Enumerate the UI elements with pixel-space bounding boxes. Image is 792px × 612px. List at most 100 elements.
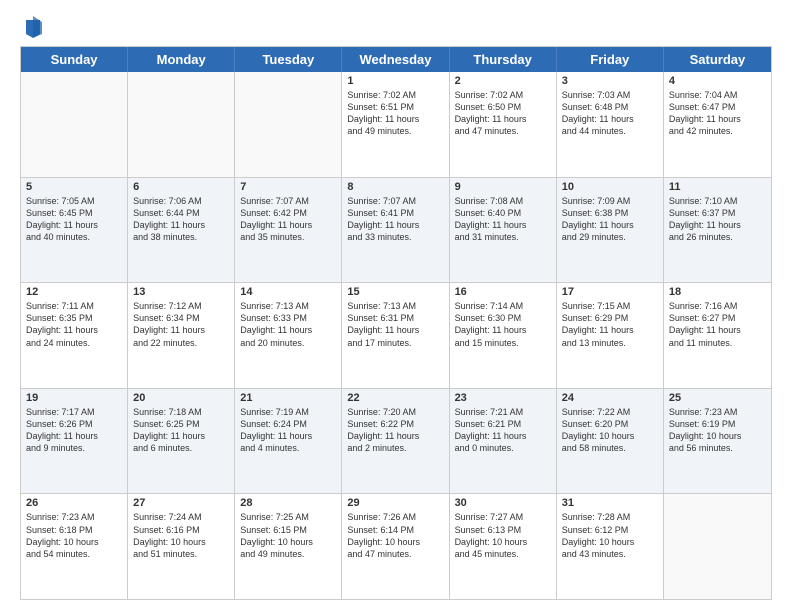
day-info: Sunrise: 7:18 AM Sunset: 6:25 PM Dayligh… [133,406,229,455]
calendar-week-3: 12 Sunrise: 7:11 AM Sunset: 6:35 PM Dayli… [21,282,771,388]
day-info: Sunrise: 7:02 AM Sunset: 6:51 PM Dayligh… [347,89,443,138]
day-info: Sunrise: 7:02 AM Sunset: 6:50 PM Dayligh… [455,89,551,138]
day-number: 9 [455,181,551,193]
calendar-day-26: 26 Sunrise: 7:23 AM Sunset: 6:18 PM Dayli… [21,494,128,599]
day-number: 6 [133,181,229,193]
calendar-day-11: 11 Sunrise: 7:10 AM Sunset: 6:37 PM Dayli… [664,178,771,283]
day-number: 15 [347,286,443,298]
day-number: 17 [562,286,658,298]
day-info: Sunrise: 7:08 AM Sunset: 6:40 PM Dayligh… [455,195,551,244]
header-day-friday: Friday [557,47,664,72]
day-number: 21 [240,392,336,404]
day-info: Sunrise: 7:20 AM Sunset: 6:22 PM Dayligh… [347,406,443,455]
day-info: Sunrise: 7:03 AM Sunset: 6:48 PM Dayligh… [562,89,658,138]
header-day-wednesday: Wednesday [342,47,449,72]
day-info: Sunrise: 7:21 AM Sunset: 6:21 PM Dayligh… [455,406,551,455]
calendar-header-row: SundayMondayTuesdayWednesdayThursdayFrid… [21,47,771,72]
day-number: 27 [133,497,229,509]
calendar-week-5: 26 Sunrise: 7:23 AM Sunset: 6:18 PM Dayli… [21,493,771,599]
day-info: Sunrise: 7:07 AM Sunset: 6:42 PM Dayligh… [240,195,336,244]
calendar-day-31: 31 Sunrise: 7:28 AM Sunset: 6:12 PM Dayli… [557,494,664,599]
calendar-day-6: 6Sunrise: 7:06 AM Sunset: 6:44 PM Daylig… [128,178,235,283]
calendar-day-22: 22 Sunrise: 7:20 AM Sunset: 6:22 PM Dayli… [342,389,449,494]
day-info: Sunrise: 7:23 AM Sunset: 6:19 PM Dayligh… [669,406,766,455]
header-day-saturday: Saturday [664,47,771,72]
calendar-day-16: 16Sunrise: 7:14 AM Sunset: 6:30 PM Dayli… [450,283,557,388]
day-info: Sunrise: 7:28 AM Sunset: 6:12 PM Dayligh… [562,511,658,560]
calendar-day-14: 14 Sunrise: 7:13 AM Sunset: 6:33 PM Dayli… [235,283,342,388]
calendar-day-18: 18 Sunrise: 7:16 AM Sunset: 6:27 PM Dayli… [664,283,771,388]
calendar: SundayMondayTuesdayWednesdayThursdayFrid… [20,46,772,600]
day-number: 1 [347,75,443,87]
day-number: 23 [455,392,551,404]
day-info: Sunrise: 7:14 AM Sunset: 6:30 PM Dayligh… [455,300,551,349]
calendar-day-28: 28Sunrise: 7:25 AM Sunset: 6:15 PM Dayli… [235,494,342,599]
day-info: Sunrise: 7:09 AM Sunset: 6:38 PM Dayligh… [562,195,658,244]
day-number: 12 [26,286,122,298]
calendar-day-9: 9 Sunrise: 7:08 AM Sunset: 6:40 PM Daylig… [450,178,557,283]
day-number: 2 [455,75,551,87]
calendar-day-21: 21 Sunrise: 7:19 AM Sunset: 6:24 PM Dayli… [235,389,342,494]
calendar-day-29: 29Sunrise: 7:26 AM Sunset: 6:14 PM Dayli… [342,494,449,599]
calendar-day-25: 25 Sunrise: 7:23 AM Sunset: 6:19 PM Dayli… [664,389,771,494]
day-info: Sunrise: 7:04 AM Sunset: 6:47 PM Dayligh… [669,89,766,138]
day-number: 20 [133,392,229,404]
calendar-day-5: 5Sunrise: 7:05 AM Sunset: 6:45 PM Daylig… [21,178,128,283]
calendar-day-8: 8 Sunrise: 7:07 AM Sunset: 6:41 PM Daylig… [342,178,449,283]
day-info: Sunrise: 7:12 AM Sunset: 6:34 PM Dayligh… [133,300,229,349]
header-day-tuesday: Tuesday [235,47,342,72]
calendar-day-23: 23 Sunrise: 7:21 AM Sunset: 6:21 PM Dayli… [450,389,557,494]
calendar-day-17: 17 Sunrise: 7:15 AM Sunset: 6:29 PM Dayli… [557,283,664,388]
day-number: 10 [562,181,658,193]
calendar-day-empty [664,494,771,599]
day-number: 13 [133,286,229,298]
header-day-thursday: Thursday [450,47,557,72]
day-info: Sunrise: 7:23 AM Sunset: 6:18 PM Dayligh… [26,511,122,560]
day-info: Sunrise: 7:13 AM Sunset: 6:31 PM Dayligh… [347,300,443,349]
day-number: 28 [240,497,336,509]
day-info: Sunrise: 7:10 AM Sunset: 6:37 PM Dayligh… [669,195,766,244]
day-number: 31 [562,497,658,509]
day-number: 3 [562,75,658,87]
day-info: Sunrise: 7:16 AM Sunset: 6:27 PM Dayligh… [669,300,766,349]
calendar-week-4: 19Sunrise: 7:17 AM Sunset: 6:26 PM Dayli… [21,388,771,494]
calendar-week-1: 1 Sunrise: 7:02 AM Sunset: 6:51 PM Daylig… [21,72,771,177]
day-number: 25 [669,392,766,404]
calendar-day-13: 13 Sunrise: 7:12 AM Sunset: 6:34 PM Dayli… [128,283,235,388]
day-number: 26 [26,497,122,509]
calendar-day-1: 1 Sunrise: 7:02 AM Sunset: 6:51 PM Daylig… [342,72,449,177]
calendar-day-27: 27Sunrise: 7:24 AM Sunset: 6:16 PM Dayli… [128,494,235,599]
day-number: 14 [240,286,336,298]
day-info: Sunrise: 7:11 AM Sunset: 6:35 PM Dayligh… [26,300,122,349]
calendar-week-2: 5Sunrise: 7:05 AM Sunset: 6:45 PM Daylig… [21,177,771,283]
calendar-day-12: 12 Sunrise: 7:11 AM Sunset: 6:35 PM Dayli… [21,283,128,388]
calendar-day-10: 10 Sunrise: 7:09 AM Sunset: 6:38 PM Dayli… [557,178,664,283]
calendar-day-empty [21,72,128,177]
day-info: Sunrise: 7:19 AM Sunset: 6:24 PM Dayligh… [240,406,336,455]
day-info: Sunrise: 7:13 AM Sunset: 6:33 PM Dayligh… [240,300,336,349]
day-info: Sunrise: 7:26 AM Sunset: 6:14 PM Dayligh… [347,511,443,560]
day-info: Sunrise: 7:15 AM Sunset: 6:29 PM Dayligh… [562,300,658,349]
calendar-day-empty [235,72,342,177]
day-info: Sunrise: 7:27 AM Sunset: 6:13 PM Dayligh… [455,511,551,560]
calendar-day-3: 3 Sunrise: 7:03 AM Sunset: 6:48 PM Daylig… [557,72,664,177]
day-number: 18 [669,286,766,298]
day-number: 5 [26,181,122,193]
day-number: 22 [347,392,443,404]
calendar-day-2: 2 Sunrise: 7:02 AM Sunset: 6:50 PM Daylig… [450,72,557,177]
page: SundayMondayTuesdayWednesdayThursdayFrid… [0,0,792,612]
calendar-body: 1 Sunrise: 7:02 AM Sunset: 6:51 PM Daylig… [21,72,771,599]
day-number: 4 [669,75,766,87]
header [20,16,772,38]
day-info: Sunrise: 7:07 AM Sunset: 6:41 PM Dayligh… [347,195,443,244]
day-number: 8 [347,181,443,193]
calendar-day-24: 24 Sunrise: 7:22 AM Sunset: 6:20 PM Dayli… [557,389,664,494]
day-info: Sunrise: 7:22 AM Sunset: 6:20 PM Dayligh… [562,406,658,455]
calendar-day-30: 30Sunrise: 7:27 AM Sunset: 6:13 PM Dayli… [450,494,557,599]
calendar-day-19: 19Sunrise: 7:17 AM Sunset: 6:26 PM Dayli… [21,389,128,494]
calendar-day-20: 20 Sunrise: 7:18 AM Sunset: 6:25 PM Dayli… [128,389,235,494]
day-number: 11 [669,181,766,193]
calendar-day-7: 7Sunrise: 7:07 AM Sunset: 6:42 PM Daylig… [235,178,342,283]
logo-icon [24,16,42,38]
day-number: 24 [562,392,658,404]
